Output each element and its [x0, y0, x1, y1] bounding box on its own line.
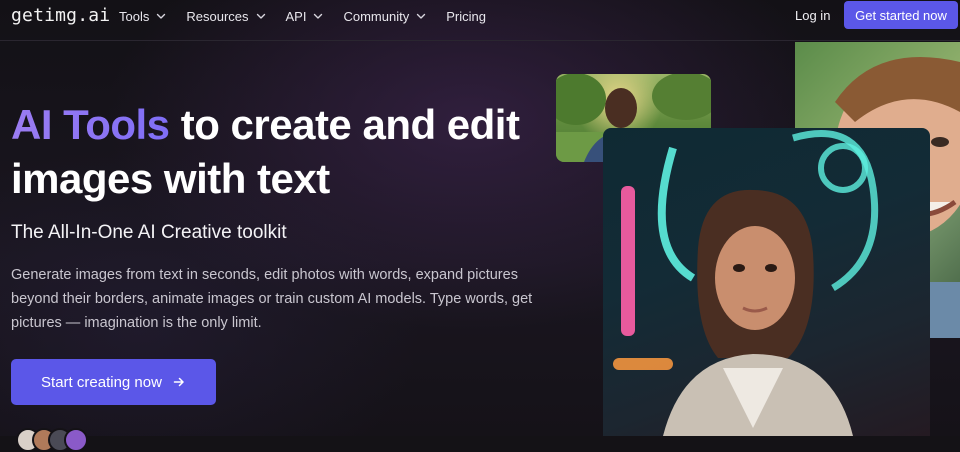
hero-description: Generate images from text in seconds, ed…: [11, 267, 533, 331]
hero-headline: AI Tools to create and edit images with …: [11, 98, 571, 206]
hero-subtitle: The All-In-One AI Creative toolkit: [11, 222, 287, 243]
arrow-right-icon: [172, 375, 186, 389]
nav-item-label: Pricing: [446, 8, 486, 24]
nav-links: Tools Resources API Community Pricing: [119, 0, 505, 32]
logo[interactable]: getimg.ai: [11, 5, 110, 26]
get-started-button[interactable]: Get started now: [844, 1, 958, 29]
chevron-down-icon: [155, 10, 167, 22]
nav-item-label: Community: [343, 8, 410, 24]
headline-accent: AI Tools: [11, 101, 170, 148]
login-link[interactable]: Log in: [795, 8, 830, 23]
nav-item-label: API: [285, 8, 307, 24]
nav-item-label: Tools: [119, 8, 150, 24]
nav-item-resources[interactable]: Resources: [186, 9, 266, 24]
portrait-photo-neon-woman: [603, 128, 930, 436]
nav-item-community[interactable]: Community: [343, 9, 427, 24]
avatar: [64, 428, 88, 452]
start-creating-button[interactable]: Start creating now: [11, 359, 216, 405]
nav-item-api[interactable]: API: [286, 9, 325, 24]
nav-item-tools[interactable]: Tools: [119, 9, 167, 24]
user-avatars: [16, 428, 88, 452]
top-navigation: getimg.ai Tools Resources API Community: [0, 0, 960, 41]
nav-item-pricing[interactable]: Pricing: [446, 9, 486, 24]
chevron-down-icon: [415, 10, 427, 22]
start-creating-label: Start creating now: [41, 373, 162, 391]
chevron-down-icon: [255, 10, 267, 22]
nav-item-label: Resources: [186, 8, 249, 24]
chevron-down-icon: [312, 10, 324, 22]
